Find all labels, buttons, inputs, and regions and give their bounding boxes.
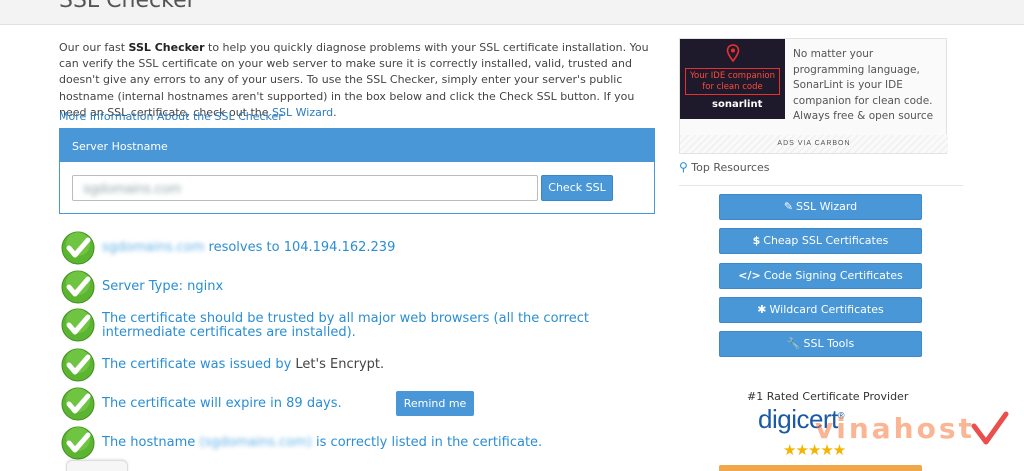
page-header: SSL Checker [0, 0, 1024, 25]
ad-copy[interactable]: No matter your programming language, Son… [793, 47, 943, 125]
hostname-form: Server Hostname sgdomains.com Check SSL [59, 128, 655, 214]
code-signing-button[interactable]: </> Code Signing Certificates [719, 263, 922, 289]
cheap-ssl-button[interactable]: $ Cheap SSL Certificates [719, 228, 922, 254]
button-label: SSL Wizard [796, 200, 858, 213]
checkmark-logo-icon [971, 411, 1009, 445]
check-icon [61, 270, 95, 304]
intro-text: Our our fast [59, 41, 129, 54]
result-text: Server Type: nginx [102, 279, 224, 294]
location-pin-icon [726, 44, 740, 62]
resolved-host: sgdomains.com [102, 240, 205, 255]
remind-me-button[interactable]: Remind me [396, 391, 474, 416]
sonarlint-logo: sonarlint [712, 99, 763, 110]
result-expiry: The certificate will expire in 89 days. … [61, 387, 661, 421]
result-trusted: The certificate should be trusted by all… [61, 308, 661, 342]
ssl-tools-button[interactable]: 🔧 SSL Tools [719, 331, 922, 357]
wildcard-button[interactable]: ✱ Wildcard Certificates [719, 297, 922, 323]
ad-image[interactable]: Your IDE companion for clean code sonarl… [680, 39, 785, 119]
vinahost-watermark: vinahost [815, 412, 975, 445]
check-icon [61, 426, 95, 460]
hostname-suffix: is correctly listed in the certificate. [311, 435, 543, 450]
result-text: The hostname (sgdomains.com) is correctl… [102, 436, 542, 450]
intro-bold: SSL Checker [128, 41, 205, 54]
top-resources-label: Top Resources [691, 161, 770, 174]
check-icon [61, 308, 95, 342]
page-title: SSL Checker [59, 0, 196, 13]
top-resources-heading: ⚲ Top Resources [679, 160, 770, 174]
button-label: SSL Tools [803, 337, 855, 350]
ad-image-text: Your IDE companion for clean code [685, 68, 780, 95]
ssl-wizard-button[interactable]: ✎ SSL Wizard [719, 194, 922, 220]
check-ssl-button[interactable]: Check SSL [541, 175, 613, 201]
result-text: The certificate will expire in 89 days. [102, 396, 342, 411]
issued-prefix: The certificate was issued by [102, 357, 296, 372]
certificate-badge [66, 460, 128, 471]
provider-cta-button[interactable] [719, 465, 922, 471]
result-text: The certificate should be trusted by all… [102, 311, 589, 340]
resolves-text: resolves to 104.194.162.239 [204, 240, 396, 255]
intro-text-3: . [333, 105, 337, 119]
check-icon [61, 387, 95, 421]
result-hostname: The hostname (sgdomains.com) is correctl… [61, 426, 661, 460]
result-text: The certificate was issued by Let's Encr… [102, 358, 384, 372]
hostname-value: sgdomains.com [83, 180, 182, 196]
rated-provider-text: #1 Rated Certificate Provider [747, 390, 909, 403]
panel-title: Server Hostname [60, 129, 654, 162]
button-label: Code Signing Certificates [763, 269, 903, 282]
carbon-ad[interactable]: Your IDE companion for clean code sonarl… [679, 38, 948, 154]
ads-via-carbon[interactable]: ADS VIA CARBON [680, 135, 948, 153]
issuer-name: Let's Encrypt [295, 357, 380, 372]
check-icon [61, 348, 95, 382]
hostname-prefix: The hostname [102, 435, 200, 450]
wrench-icon: 🔧 [786, 337, 801, 350]
dollar-icon: $ [752, 234, 761, 247]
check-icon [61, 231, 95, 265]
issued-suffix: . [379, 357, 385, 372]
more-info-link[interactable]: More Information About the SSL Checker [59, 110, 283, 123]
button-label: Wildcard Certificates [769, 303, 884, 316]
wand-icon: ✎ [783, 200, 794, 213]
intro-paragraph: Our our fast SSL Checker to help you qui… [59, 40, 649, 121]
button-label: Cheap SSL Certificates [763, 234, 889, 247]
hostname-input[interactable]: sgdomains.com [72, 175, 538, 201]
result-server-type: Server Type: nginx [61, 270, 661, 304]
asterisk-icon: ✱ [757, 303, 767, 316]
result-issuer: The certificate was issued by Let's Encr… [61, 348, 661, 382]
search-icon: ⚲ [679, 160, 688, 174]
listed-hostname: (sgdomains.com) [199, 435, 312, 450]
result-resolves: sgdomains.com resolves to 104.194.162.23… [61, 231, 661, 265]
divider [679, 185, 963, 186]
result-text: sgdomains.com resolves to 104.194.162.23… [102, 241, 395, 255]
code-icon: </> [738, 269, 761, 282]
